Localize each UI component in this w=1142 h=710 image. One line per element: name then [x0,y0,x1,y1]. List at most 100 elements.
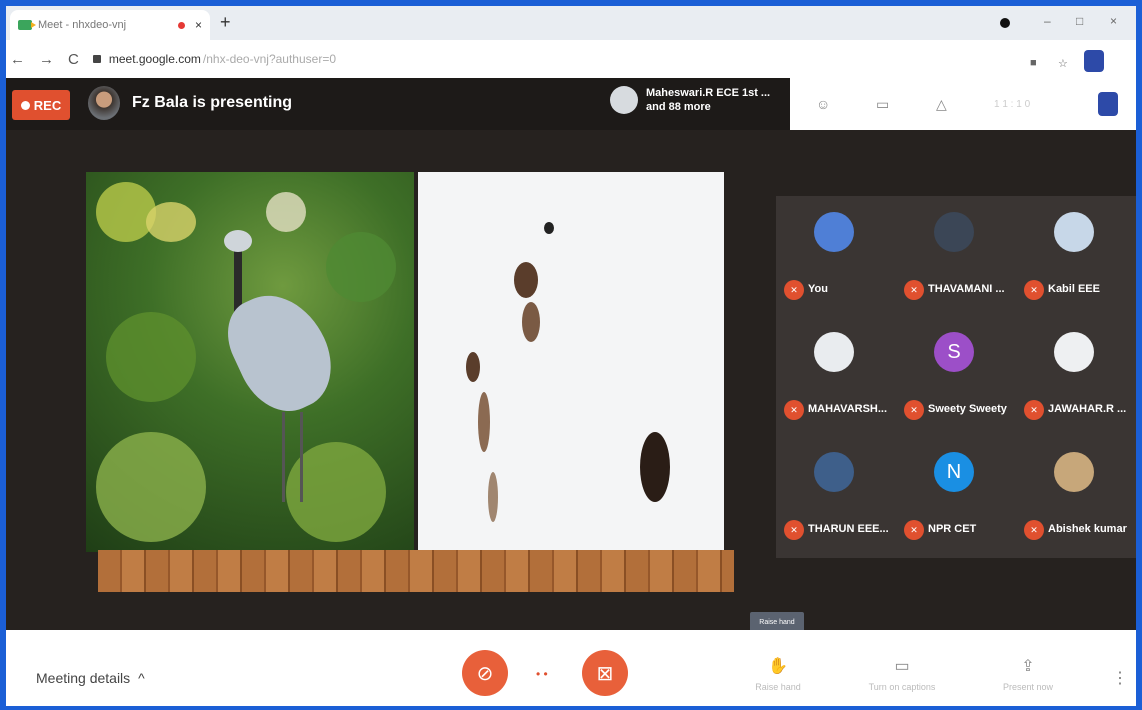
presentation-header: REC Fz Bala is presenting Maheswari.R EC… [6,78,1136,130]
muted-mic-icon: ✕ [904,400,924,420]
minimize-button[interactable]: – [1044,14,1051,28]
more-options-icon[interactable]: ⋮ [1112,668,1128,688]
present-now-button[interactable]: ⇪ Present now [978,656,1078,692]
hand-icon: ✋ [768,658,788,675]
presentation-slide [86,172,734,592]
profile-icon[interactable] [1000,18,1010,28]
participant-avatar: S [934,332,974,372]
participant-name: Sweety Sweety [928,403,1007,415]
hang-up-icon[interactable]: • • [536,667,548,681]
record-dot-icon [20,100,30,110]
account-avatar[interactable] [1084,50,1104,72]
muted-mic-icon: ✕ [1024,280,1044,300]
muted-mic-icon: ✕ [904,280,924,300]
sketch-image [418,172,724,552]
mic-off-icon: ⊘ [476,662,494,685]
crane-photo [86,172,414,552]
camera-off-icon: ⊠ [596,662,614,685]
call-controls-bar: Meeting details ^ ⊘ • • ⊠ ✋ Raise hand ▭… [6,630,1136,706]
meeting-details-button[interactable]: Meeting details ^ [36,670,145,686]
captions-label: Turn on captions [868,682,936,692]
participant-name: THAVAMANI ... [928,283,1005,295]
chat-icon[interactable]: ▭ [876,96,889,113]
participant-avatar [610,86,638,114]
maximize-button[interactable]: □ [1076,14,1083,28]
muted-mic-icon: ✕ [784,400,804,420]
participant-tile[interactable]: ✕ JAWAHAR.R ... [1016,316,1136,436]
tab-strip: Meet - nhxdeo-vnj × + – □ × [6,6,1136,40]
captions-icon: ▭ [894,658,910,675]
recording-indicator-icon [177,21,185,29]
new-tab-button[interactable]: + [220,12,231,33]
lock-icon [92,55,101,63]
participant-name: THARUN EEE... [808,523,889,535]
tab-close-button[interactable]: × [195,18,202,32]
rec-label: REC [33,97,62,113]
muted-mic-icon: ✕ [1024,400,1044,420]
tab-title: Meet - nhxdeo-vnj [38,19,127,31]
participant-tile[interactable]: ✕ MAHAVARSH... [776,316,896,436]
raise-hand-tooltip: Raise hand [750,612,804,632]
participants-summary-line1: Maheswari.R ECE 1st ... [646,87,771,99]
clock-text: 1 1 : 1 0 [994,99,1031,110]
participants-summary-line2: and 88 more [646,101,711,113]
participant-name: JAWAHAR.R ... [1048,403,1127,415]
participant-avatar [814,332,854,372]
close-window-button[interactable]: × [1110,14,1117,28]
participants-summary[interactable]: Maheswari.R ECE 1st ... and 88 more [610,86,770,114]
muted-mic-icon: ✕ [1024,520,1044,540]
participant-name: MAHAVARSH... [808,403,888,415]
presenter-status: Fz Bala is presenting [132,94,293,111]
meet-stage: REC Fz Bala is presenting Maheswari.R EC… [6,78,1136,632]
present-icon: ⇪ [1021,658,1035,675]
participant-tile[interactable]: ✕ THAVAMANI ... [896,196,1016,316]
participant-name: Kabil EEE [1048,283,1100,295]
browser-window: Meet - nhxdeo-vnj × + – □ × ← → C meet.g… [6,6,1136,706]
participant-tile[interactable]: N ✕ NPR CET [896,436,1016,556]
participant-avatar: N [934,452,974,492]
presenter-avatar [88,86,120,120]
url-host: meet.google.com [108,52,201,66]
forward-button[interactable]: → [39,51,54,68]
participant-tile[interactable]: ✕ Kabil EEE [1016,196,1136,316]
participant-avatar [1054,332,1094,372]
chevron-up-icon: ^ [138,670,145,686]
participant-name: NPR CET [928,523,977,535]
camera-indicator-icon[interactable]: ■ [1030,57,1037,69]
raise-hand-label: Raise hand [755,682,801,692]
participant-tile[interactable]: ✕ THARUN EEE... [776,436,896,556]
participant-avatar [814,452,854,492]
recording-badge: REC [12,90,70,120]
camera-toggle-button[interactable]: ⊠ [582,650,628,696]
present-label: Present now [1002,682,1054,692]
wooden-floor [98,550,734,592]
meet-favicon-icon [18,20,36,30]
participant-name: Abishek kumar [1048,523,1127,535]
muted-mic-icon: ✕ [784,280,804,300]
participant-avatar [814,212,854,252]
participants-summary-text: Maheswari.R ECE 1st ... and 88 more [646,86,770,114]
meeting-details-label: Meeting details [36,670,131,686]
tab-meet[interactable]: Meet - nhxdeo-vnj × [10,10,210,40]
star-icon[interactable]: ☆ [1058,57,1068,70]
participant-grid: ✕ You ✕ THAVAMANI ... ✕ Kabil EEE ✕ MAHA… [776,196,1136,558]
address-bar: ← → C meet.google.com /nhx-deo-vnj?authu… [6,40,1136,78]
activities-icon[interactable]: △ [936,96,947,113]
self-avatar[interactable] [1098,92,1118,116]
participant-name: You [808,283,828,295]
mic-toggle-button[interactable]: ⊘ [462,650,508,696]
people-icon[interactable]: ☺ [816,96,830,112]
participant-avatar [1054,452,1094,492]
reload-button[interactable]: C [68,51,79,68]
participant-avatar [934,212,974,252]
muted-mic-icon: ✕ [784,520,804,540]
captions-button[interactable]: ▭ Turn on captions [852,656,952,692]
back-button[interactable]: ← [10,51,25,68]
participant-tile[interactable]: ✕ You [776,196,896,316]
url-field[interactable]: meet.google.com /nhx-deo-vnj?authuser=0 [92,52,336,66]
participant-tile[interactable]: ✕ Abishek kumar [1016,436,1136,556]
raise-hand-button[interactable]: ✋ Raise hand [728,656,828,692]
url-path: /nhx-deo-vnj?authuser=0 [202,52,336,66]
participant-tile[interactable]: S ✕ Sweety Sweety [896,316,1016,436]
participant-avatar [1054,212,1094,252]
